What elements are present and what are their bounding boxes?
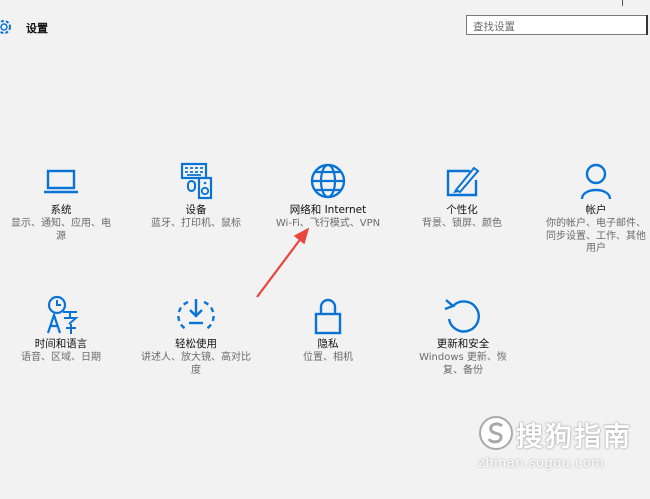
update-icon: [444, 299, 480, 333]
tile-ease-of-access[interactable]: 轻松使用 讲述人、放大镜、高对比度: [140, 294, 252, 377]
tile-description: Windows 更新、恢复、备份: [419, 352, 507, 376]
tile-title: 设备: [185, 204, 207, 216]
tile-title: 时间和语言: [34, 338, 88, 350]
personalization-icon: [446, 166, 480, 197]
devices-icon: [180, 162, 213, 200]
tile-personalization[interactable]: 个性化 背景、锁屏、颜色: [414, 162, 510, 231]
tile-title: 系统: [50, 204, 72, 216]
tile-title: 轻松使用: [175, 338, 217, 350]
app-title: 设置: [26, 22, 48, 35]
tile-devices[interactable]: 设备 蓝牙、打印机、鼠标: [141, 160, 251, 231]
tile-update-security[interactable]: 更新和安全 Windows 更新、恢复、备份: [412, 294, 514, 377]
tile-time-language[interactable]: 时间和语言 语音、区域、日期: [8, 294, 114, 365]
tile-description: 你的帐户、电子邮件、同步设置、工作、其他用户: [546, 218, 646, 254]
sogou-logo-icon: [479, 416, 513, 450]
tile-description: 蓝牙、打印机、鼠标: [151, 218, 241, 229]
laptop-icon: [44, 169, 78, 194]
tile-network[interactable]: 网络和 Internet Wi-Fi、飞行模式、VPN: [268, 160, 388, 231]
globe-icon: [310, 163, 346, 199]
tile-description: 讲述人、放大镜、高对比度: [141, 352, 251, 376]
tile-description: Wi-Fi、飞行模式、VPN: [275, 218, 381, 229]
tile-description: 位置、相机: [303, 352, 353, 363]
search-button-edge[interactable]: [646, 15, 648, 35]
watermark-name: 搜狗指南: [516, 422, 632, 453]
person-icon: [580, 163, 612, 200]
gear-icon: [0, 20, 11, 34]
window-control-edge: [622, 0, 623, 6]
tile-description: 背景、锁屏、颜色: [422, 218, 502, 229]
tile-title: 网络和 Internet: [289, 204, 367, 216]
watermark-url: zhinan.sogou.com: [478, 456, 605, 471]
tile-description: 语音、区域、日期: [21, 352, 101, 363]
tile-title: 隐私: [317, 338, 339, 350]
tile-accounts[interactable]: 帐户 你的帐户、电子邮件、同步设置、工作、其他用户: [542, 160, 650, 256]
search-placeholder: 查找设置: [473, 21, 515, 33]
tile-privacy[interactable]: 隐私 位置、相机: [280, 294, 376, 365]
lock-icon: [314, 298, 342, 335]
tile-description: 显示、通知、应用、电源: [11, 218, 111, 242]
ease-of-access-icon: [177, 299, 215, 332]
tile-system[interactable]: 系统 显示、通知、应用、电源: [8, 162, 114, 243]
tile-title: 更新和安全: [436, 338, 490, 350]
tile-title: 个性化: [446, 204, 478, 216]
tile-title: 帐户: [585, 204, 607, 216]
search-input[interactable]: 查找设置: [466, 15, 648, 35]
time-language-icon: [46, 295, 79, 334]
watermark: 搜狗指南 zhinan.sogou.com: [478, 413, 648, 473]
